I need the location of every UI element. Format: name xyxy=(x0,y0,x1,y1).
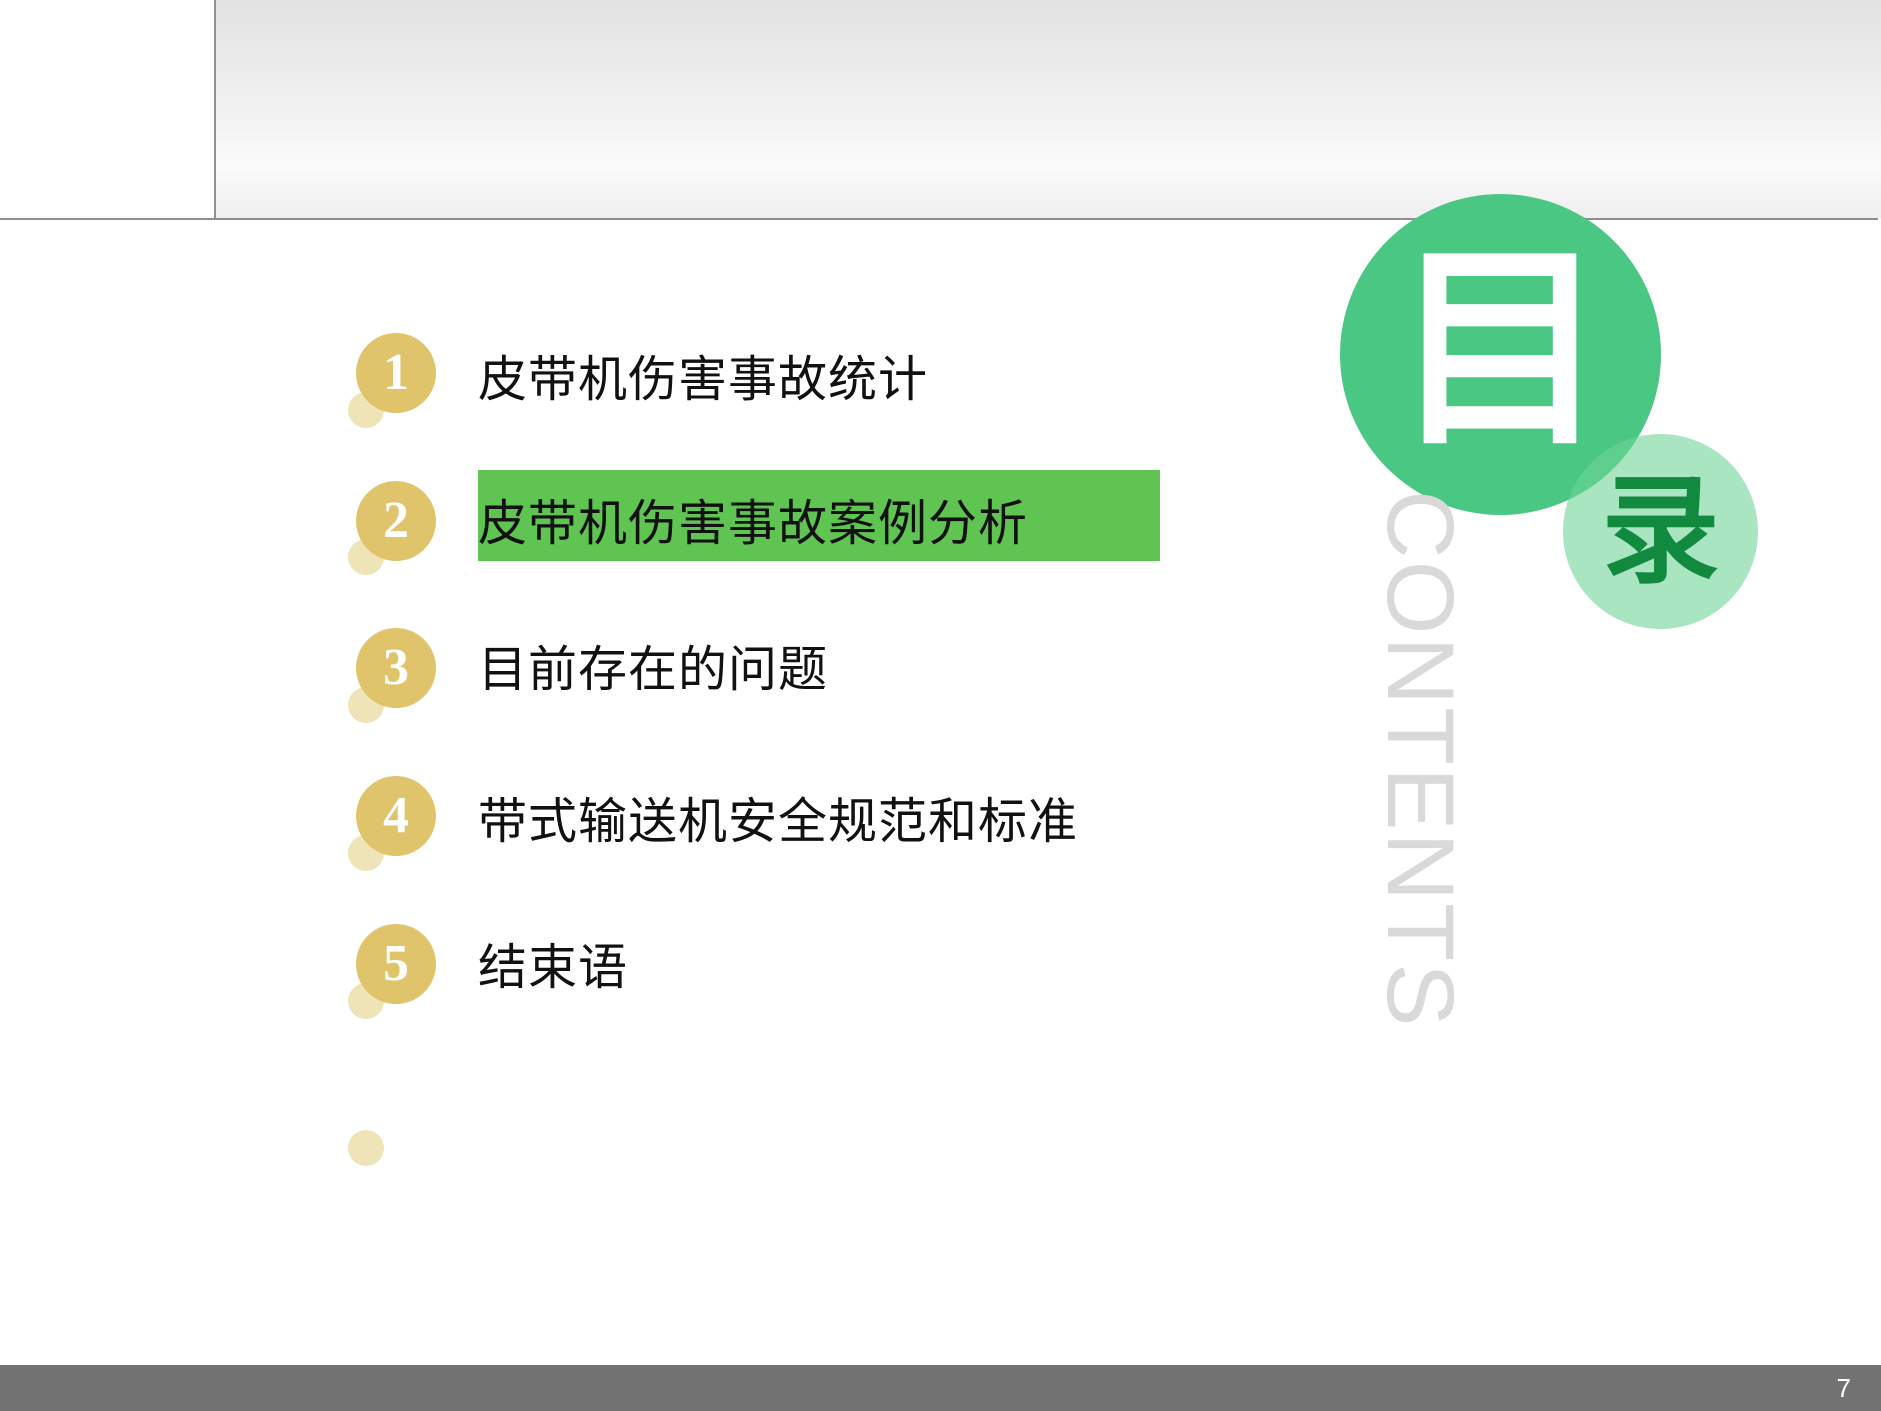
header-divider-horizontal xyxy=(0,218,1878,220)
toc-item-label: 皮带机伤害事故案例分析 xyxy=(478,495,1029,552)
toc-item-label: 带式输送机安全规范和标准 xyxy=(478,793,1079,850)
contents-badge-sub-char: 录 xyxy=(1601,462,1720,600)
footer-bar: 7 xyxy=(0,1365,1881,1411)
item-number-badge: 3 xyxy=(356,628,436,708)
header-band xyxy=(214,0,1881,218)
slide: 1 皮带机伤害事故统计 2 皮带机伤害事故案例分析 3 目前存在的问题 4 带式… xyxy=(0,0,1881,1411)
item-number-badge: 2 xyxy=(356,481,436,561)
item-number-badge: 5 xyxy=(356,924,436,1004)
contents-vertical-label: CONTENTS xyxy=(1367,490,1473,1029)
item-number-badge: 4 xyxy=(356,776,436,856)
header-divider-vertical xyxy=(214,0,216,219)
toc-item-label: 皮带机伤害事故统计 xyxy=(478,351,929,408)
item-number-badge: 1 xyxy=(356,333,436,413)
page-number: 7 xyxy=(1836,1373,1851,1403)
toc-item-label: 结束语 xyxy=(478,939,629,996)
decorative-dot xyxy=(348,1130,384,1166)
toc-item-label: 目前存在的问题 xyxy=(478,641,829,698)
